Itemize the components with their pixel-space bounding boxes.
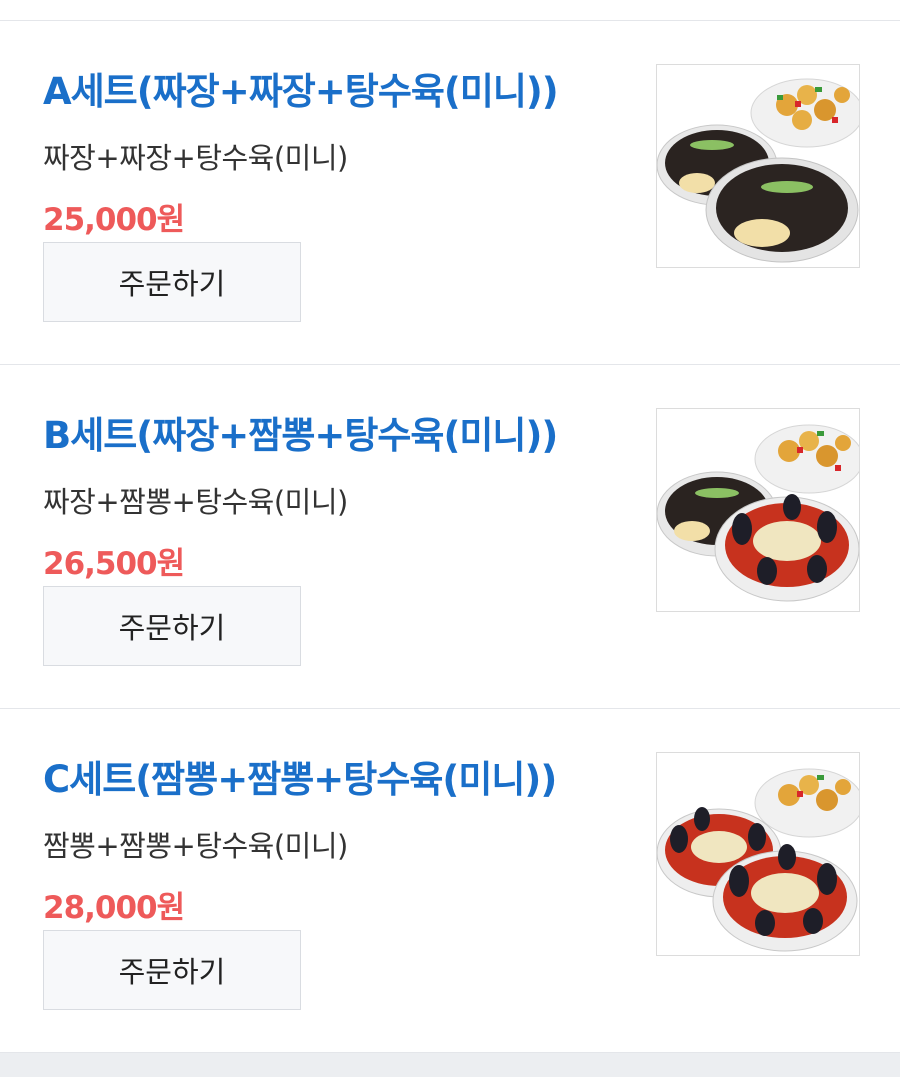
menu-item-title[interactable]: A세트(짜장+짜장+탕수육(미니)) [43, 61, 559, 115]
menu-item-description: 짜장+짬뽕+탕수육(미니) [43, 485, 348, 519]
menu-item-price: 25,000원 [43, 202, 185, 238]
jjajang-jjamppong-tangsuyuk-icon [657, 424, 859, 602]
menu-item-b-set[interactable]: B세트(짜장+짬뽕+탕수육(미니)) 짜장+짬뽕+탕수육(미니) 26,500원… [0, 365, 900, 709]
order-button[interactable]: 주문하기 [43, 242, 301, 322]
menu-item-price: 26,500원 [43, 546, 185, 582]
food-photo[interactable] [656, 752, 860, 956]
food-photo[interactable] [656, 408, 860, 612]
order-button[interactable]: 주문하기 [43, 930, 301, 1010]
order-button[interactable]: 주문하기 [43, 586, 301, 666]
menu-item-price: 28,000원 [43, 890, 185, 926]
menu-item-a-set[interactable]: A세트(짜장+짜장+탕수육(미니)) 짜장+짜장+탕수육(미니) 25,000원… [0, 21, 900, 365]
jjamppong-jjamppong-tangsuyuk-icon [657, 768, 859, 952]
food-photo[interactable] [656, 64, 860, 268]
jjajang-jjajang-tangsuyuk-icon [657, 78, 859, 263]
menu-item-title[interactable]: C세트(짬뽕+짬뽕+탕수육(미니)) [43, 749, 557, 803]
menu-item-c-set[interactable]: C세트(짬뽕+짬뽕+탕수육(미니)) 짬뽕+짬뽕+탕수육(미니) 28,000원… [0, 709, 900, 1053]
menu-item-description: 짬뽕+짬뽕+탕수육(미니) [43, 829, 348, 863]
menu-item-title[interactable]: B세트(짜장+짬뽕+탕수육(미니)) [43, 405, 558, 459]
bottom-gray-bar [0, 1053, 900, 1077]
menu-item-description: 짜장+짜장+탕수육(미니) [43, 141, 348, 175]
menu-list-page: A세트(짜장+짜장+탕수육(미니)) 짜장+짜장+탕수육(미니) 25,000원… [0, 0, 900, 1077]
